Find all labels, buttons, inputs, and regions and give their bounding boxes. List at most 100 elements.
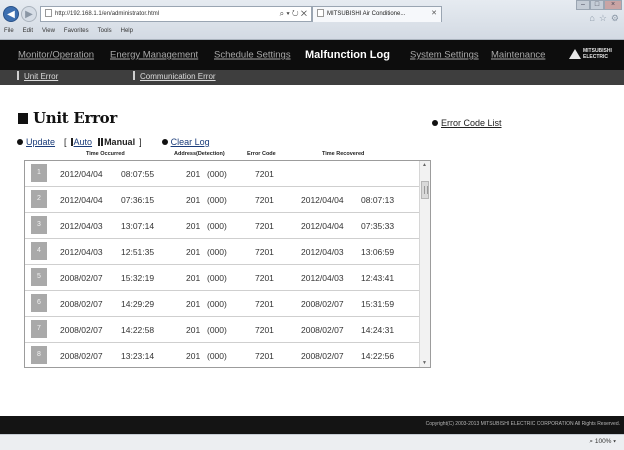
bullet-icon — [17, 139, 23, 145]
cell-detection: (000) — [207, 351, 227, 361]
favorites-star-icon[interactable]: ☆ — [599, 13, 607, 24]
subnav-unit-error[interactable]: Unit Error — [17, 71, 58, 81]
cell-occurred-date: 2008/02/07 — [60, 273, 103, 283]
cell-recovered-date: 2008/02/07 — [301, 299, 344, 309]
logo-line2: ELECTRIC — [583, 54, 608, 60]
cell-recovered-time: 14:24:31 — [361, 325, 395, 335]
back-arrow-icon[interactable]: ◀ — [3, 6, 19, 22]
table-row[interactable]: 1 2012/04/04 08:07:55 201 (000) 7201 — [25, 161, 419, 187]
row-index: 8 — [31, 346, 47, 364]
address-url: http://192.168.1.1/en/administrator.html — [55, 11, 160, 17]
browser-toolbar-icons: ⌂ ☆ ⚙ — [589, 13, 619, 24]
cell-address: 201 — [186, 247, 201, 257]
table-row[interactable]: 3 2012/04/03 13:07:14 201 (000) 7201 2012/04/0… — [25, 213, 419, 239]
cell-recovered-date: 2012/04/04 — [301, 195, 344, 205]
address-bar[interactable]: http://192.168.1.1/en/administrator.html… — [40, 6, 312, 22]
cell-address: 201 — [186, 299, 201, 309]
scroll-up-arrow-icon[interactable]: ▲ — [422, 162, 427, 168]
bracket-open: [ — [64, 137, 67, 147]
scroll-thumb[interactable] — [421, 181, 429, 199]
table-row[interactable]: 7 2008/02/07 14:22:58 201 (000) 7201 2008/02/0… — [25, 317, 419, 343]
cell-recovered-date: 2012/04/04 — [301, 221, 344, 231]
browser-status-bar: ⌕ 100% ▾ — [0, 434, 624, 450]
page-icon — [45, 9, 52, 18]
cell-error-code: 7201 — [255, 351, 274, 361]
home-icon[interactable]: ⌂ — [589, 13, 594, 24]
cell-error-code: 7201 — [255, 247, 274, 257]
cell-recovered-time: 13:06:59 — [361, 247, 395, 257]
table-row[interactable]: 4 2012/04/03 12:51:35 201 (000) 7201 2012/04/0… — [25, 239, 419, 265]
diamond-logo-icon — [569, 49, 581, 59]
subnav-communication-error-label: Communication Error — [140, 72, 216, 81]
menu-tools[interactable]: Tools — [98, 28, 112, 34]
cell-error-code: 7201 — [255, 325, 274, 335]
window-close-icon[interactable]: × — [604, 0, 622, 10]
cell-address: 201 — [186, 221, 201, 231]
cell-recovered-time: 07:35:33 — [361, 221, 395, 231]
menu-view[interactable]: View — [42, 28, 55, 34]
manual-marker — [98, 138, 101, 146]
nav-malfunction-log[interactable]: Malfunction Log — [305, 49, 390, 61]
cell-recovered-date: 2008/02/07 — [301, 325, 344, 335]
manual-mode-label: Manual — [104, 137, 136, 147]
header-time-recovered: Time Recovered — [322, 151, 365, 157]
subnav-unit-error-label: Unit Error — [24, 72, 59, 81]
cell-occurred-time: 15:32:19 — [121, 273, 155, 283]
maximize-icon[interactable]: □ — [590, 0, 604, 10]
table-row[interactable]: 5 2008/02/07 15:32:19 201 (000) 7201 2012/04/0… — [25, 265, 419, 291]
log-controls: Update [ Auto Manual ] Clear Log — [17, 137, 210, 147]
tab-close-icon[interactable]: ✕ — [431, 7, 437, 21]
cell-address: 201 — [186, 195, 201, 205]
title-square-icon — [18, 112, 28, 124]
menu-edit[interactable]: Edit — [23, 28, 33, 34]
nav-maintenance[interactable]: Maintenance — [491, 50, 545, 61]
cell-occurred-date: 2008/02/07 — [60, 299, 103, 309]
header-address: Address(Detection) — [174, 151, 225, 157]
nav-schedule-settings[interactable]: Schedule Settings — [214, 50, 291, 61]
error-log-table: 1 2012/04/04 08:07:55 201 (000) 7201 2 2012/04/… — [24, 160, 431, 368]
cell-occurred-time: 07:36:15 — [121, 195, 155, 205]
clear-log-link[interactable]: Clear Log — [171, 137, 210, 147]
header-error-code: Error Code — [247, 151, 276, 157]
menu-file[interactable]: File — [4, 28, 14, 34]
menu-favorites[interactable]: Favorites — [64, 28, 89, 34]
minimize-icon[interactable]: – — [576, 0, 590, 10]
bullet-icon — [161, 139, 168, 145]
forward-arrow-icon[interactable]: ▶ — [21, 6, 37, 22]
browser-menubar: File Edit View Favorites Tools Help — [4, 28, 133, 34]
page-footer: Copyright(C) 2003-2013 MITSUBISHI ELECTR… — [0, 416, 624, 434]
update-link[interactable]: Update — [26, 137, 55, 147]
nav-monitor-operation[interactable]: Monitor/Operation — [18, 50, 94, 61]
bracket-close: ] — [139, 137, 142, 147]
cell-error-code: 7201 — [255, 299, 274, 309]
row-index: 2 — [31, 190, 47, 208]
row-index: 7 — [31, 320, 47, 338]
address-tools[interactable]: ⌕ ▾ ↻ ✕ — [280, 7, 307, 21]
cell-detection: (000) — [207, 273, 227, 283]
table-row[interactable]: 2 2012/04/04 07:36:15 201 (000) 7201 2012/04/0… — [25, 187, 419, 213]
nav-system-settings[interactable]: System Settings — [410, 50, 479, 61]
sub-navigation: Unit Error Communication Error — [0, 70, 624, 85]
menu-help[interactable]: Help — [121, 28, 133, 34]
cell-occurred-date: 2008/02/07 — [60, 351, 103, 361]
table-row[interactable]: 6 2008/02/07 14:29:29 201 (000) 7201 2008/02/0… — [25, 291, 419, 317]
nav-energy-management[interactable]: Energy Management — [110, 50, 198, 61]
cell-occurred-date: 2008/02/07 — [60, 325, 103, 335]
cell-address: 201 — [186, 351, 201, 361]
row-index: 1 — [31, 164, 47, 182]
settings-gear-icon[interactable]: ⚙ — [611, 13, 619, 24]
cell-error-code: 7201 — [255, 273, 274, 283]
cell-occurred-time: 13:23:14 — [121, 351, 155, 361]
scrollbar[interactable]: ▲ ▼ — [419, 161, 430, 367]
cell-occurred-date: 2012/04/03 — [60, 247, 103, 257]
table-row[interactable]: 8 2008/02/07 13:23:14 201 (000) 7201 2008/02/0… — [25, 343, 419, 367]
auto-link[interactable]: Auto — [74, 137, 93, 147]
cell-detection: (000) — [207, 247, 227, 257]
copyright-text: Copyright(C) 2003-2013 MITSUBISHI ELECTR… — [425, 421, 620, 427]
zoom-level[interactable]: ⌕ 100% ▾ — [589, 438, 616, 446]
scroll-down-arrow-icon[interactable]: ▼ — [422, 360, 427, 366]
error-code-list-link[interactable]: Error Code List — [432, 118, 502, 128]
browser-tab[interactable]: MITSUBISHI Air Conditione... ✕ — [312, 6, 442, 22]
row-index: 6 — [31, 294, 47, 312]
subnav-communication-error[interactable]: Communication Error — [133, 71, 216, 81]
